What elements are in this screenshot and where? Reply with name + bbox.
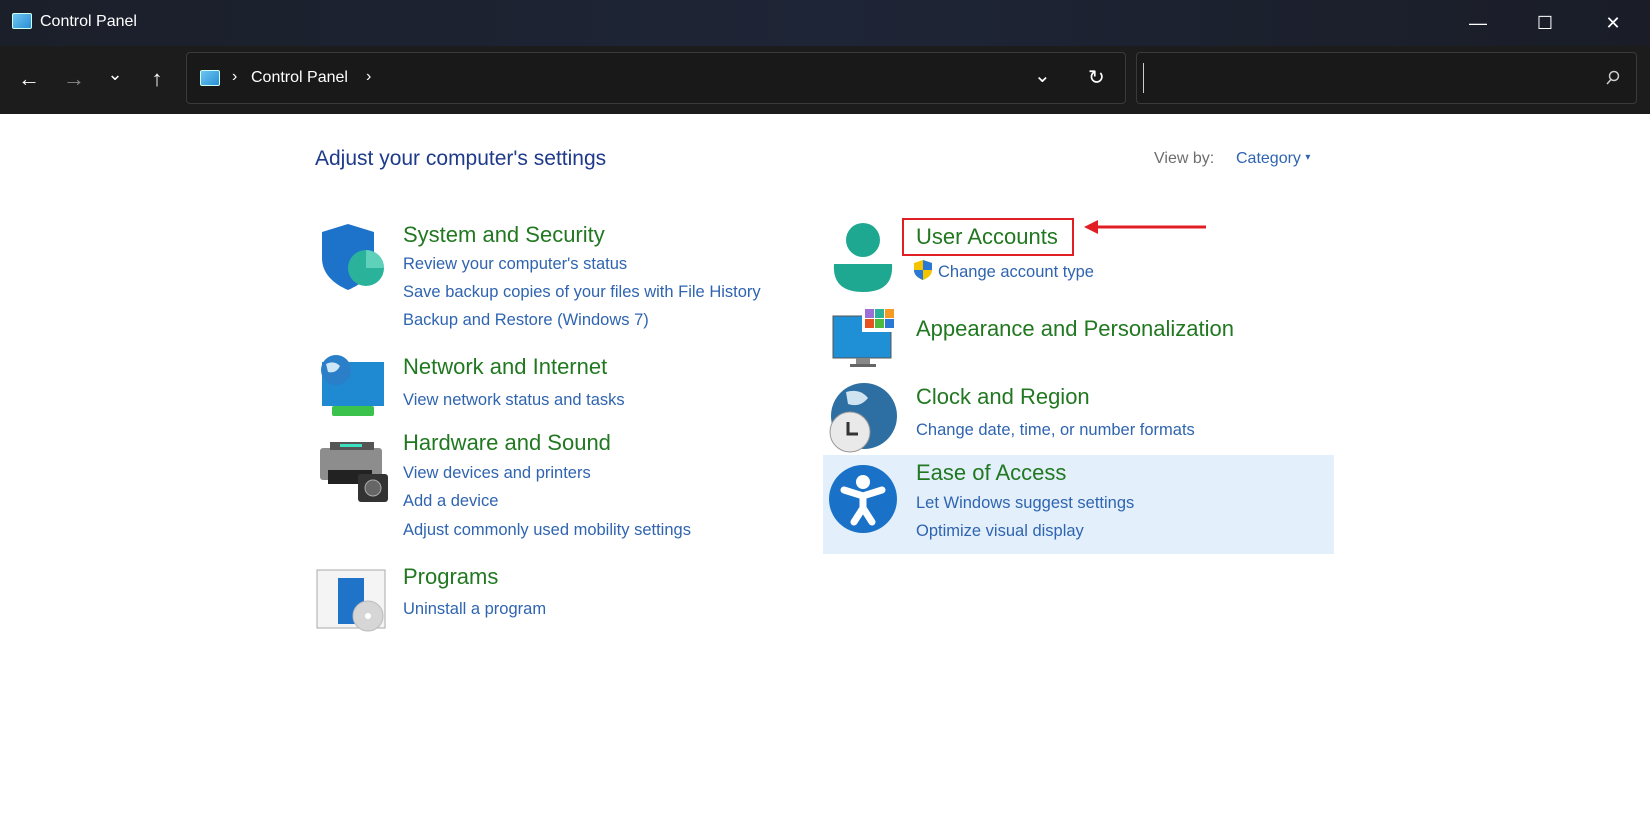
- link-devices-printers[interactable]: View devices and printers: [403, 464, 591, 483]
- page-title: Adjust your computer's settings: [315, 147, 607, 170]
- chevron-down-icon: ▾: [1305, 152, 1311, 163]
- clock-globe-icon: [829, 383, 897, 453]
- link-change-date-time-formats[interactable]: Change date, time, or number formats: [916, 421, 1195, 440]
- user-icon: [833, 223, 893, 292]
- search-input[interactable]: [1143, 63, 1583, 93]
- maximize-button[interactable]: ☐: [1527, 8, 1563, 38]
- link-change-account-type[interactable]: Change account type: [938, 263, 1094, 282]
- network-icon: [321, 355, 384, 416]
- link-uninstall-program[interactable]: Uninstall a program: [403, 600, 546, 619]
- view-by-dropdown[interactable]: Category ▾: [1236, 150, 1310, 168]
- link-network-status[interactable]: View network status and tasks: [403, 391, 625, 410]
- address-dropdown-button[interactable]: ⌄: [1034, 63, 1051, 88]
- title-bar: Control Panel — ☐ ✕: [0, 0, 1650, 46]
- view-by-value: Category: [1236, 150, 1301, 167]
- link-optimize-visual-display[interactable]: Optimize visual display: [916, 522, 1084, 541]
- link-mobility-settings[interactable]: Adjust commonly used mobility settings: [403, 521, 691, 540]
- category-network-and-internet[interactable]: Network and Internet: [403, 354, 607, 380]
- minimize-button[interactable]: —: [1460, 8, 1496, 38]
- up-button[interactable]: ↑: [143, 66, 171, 92]
- annotation-arrow-icon: [1084, 220, 1206, 234]
- link-review-status[interactable]: Review your computer's status: [403, 255, 627, 274]
- search-icon[interactable]: [1605, 70, 1621, 86]
- programs-icon: [316, 569, 386, 632]
- search-box[interactable]: [1136, 52, 1637, 104]
- annotation-highlight-box: [902, 218, 1074, 256]
- view-by-label: View by:: [1154, 150, 1215, 167]
- refresh-button[interactable]: ↻: [1088, 65, 1105, 90]
- breadcrumb-control-panel[interactable]: Control Panel: [251, 69, 348, 87]
- category-appearance-and-personalization[interactable]: Appearance and Personalization: [916, 316, 1234, 342]
- recent-locations-button[interactable]: ⌄: [101, 64, 129, 85]
- category-clock-and-region[interactable]: Clock and Region: [916, 384, 1090, 410]
- link-windows-suggest-settings[interactable]: Let Windows suggest settings: [916, 494, 1134, 513]
- link-backup-restore[interactable]: Backup and Restore (Windows 7): [403, 311, 649, 330]
- window-title: Control Panel: [40, 13, 137, 30]
- printer-speaker-icon: [320, 442, 388, 502]
- category-programs[interactable]: Programs: [403, 564, 498, 590]
- navigation-toolbar: ← → ⌄ ↑ › Control Panel › ⌄ ↻: [0, 46, 1650, 114]
- control-panel-icon: [200, 70, 220, 86]
- forward-button[interactable]: →: [60, 66, 88, 92]
- breadcrumb-separator-icon: ›: [232, 68, 238, 85]
- accessibility-icon: [829, 465, 897, 533]
- address-bar[interactable]: › Control Panel › ⌄ ↻: [186, 52, 1126, 104]
- back-button[interactable]: ←: [15, 66, 43, 92]
- breadcrumb-separator-icon: ›: [366, 68, 372, 85]
- category-system-and-security[interactable]: System and Security: [403, 222, 605, 248]
- uac-shield-icon: [914, 260, 932, 280]
- shield-icon: [322, 224, 384, 290]
- link-add-device[interactable]: Add a device: [403, 492, 498, 511]
- control-panel-content: Adjust your computer's settings View by:…: [0, 114, 1650, 828]
- category-hardware-and-sound[interactable]: Hardware and Sound: [403, 430, 611, 456]
- appearance-icon: [832, 306, 896, 367]
- category-ease-of-access[interactable]: Ease of Access: [916, 460, 1066, 486]
- control-panel-icon: [12, 13, 32, 29]
- link-file-history[interactable]: Save backup copies of your files with Fi…: [403, 283, 761, 302]
- close-button[interactable]: ✕: [1595, 8, 1631, 38]
